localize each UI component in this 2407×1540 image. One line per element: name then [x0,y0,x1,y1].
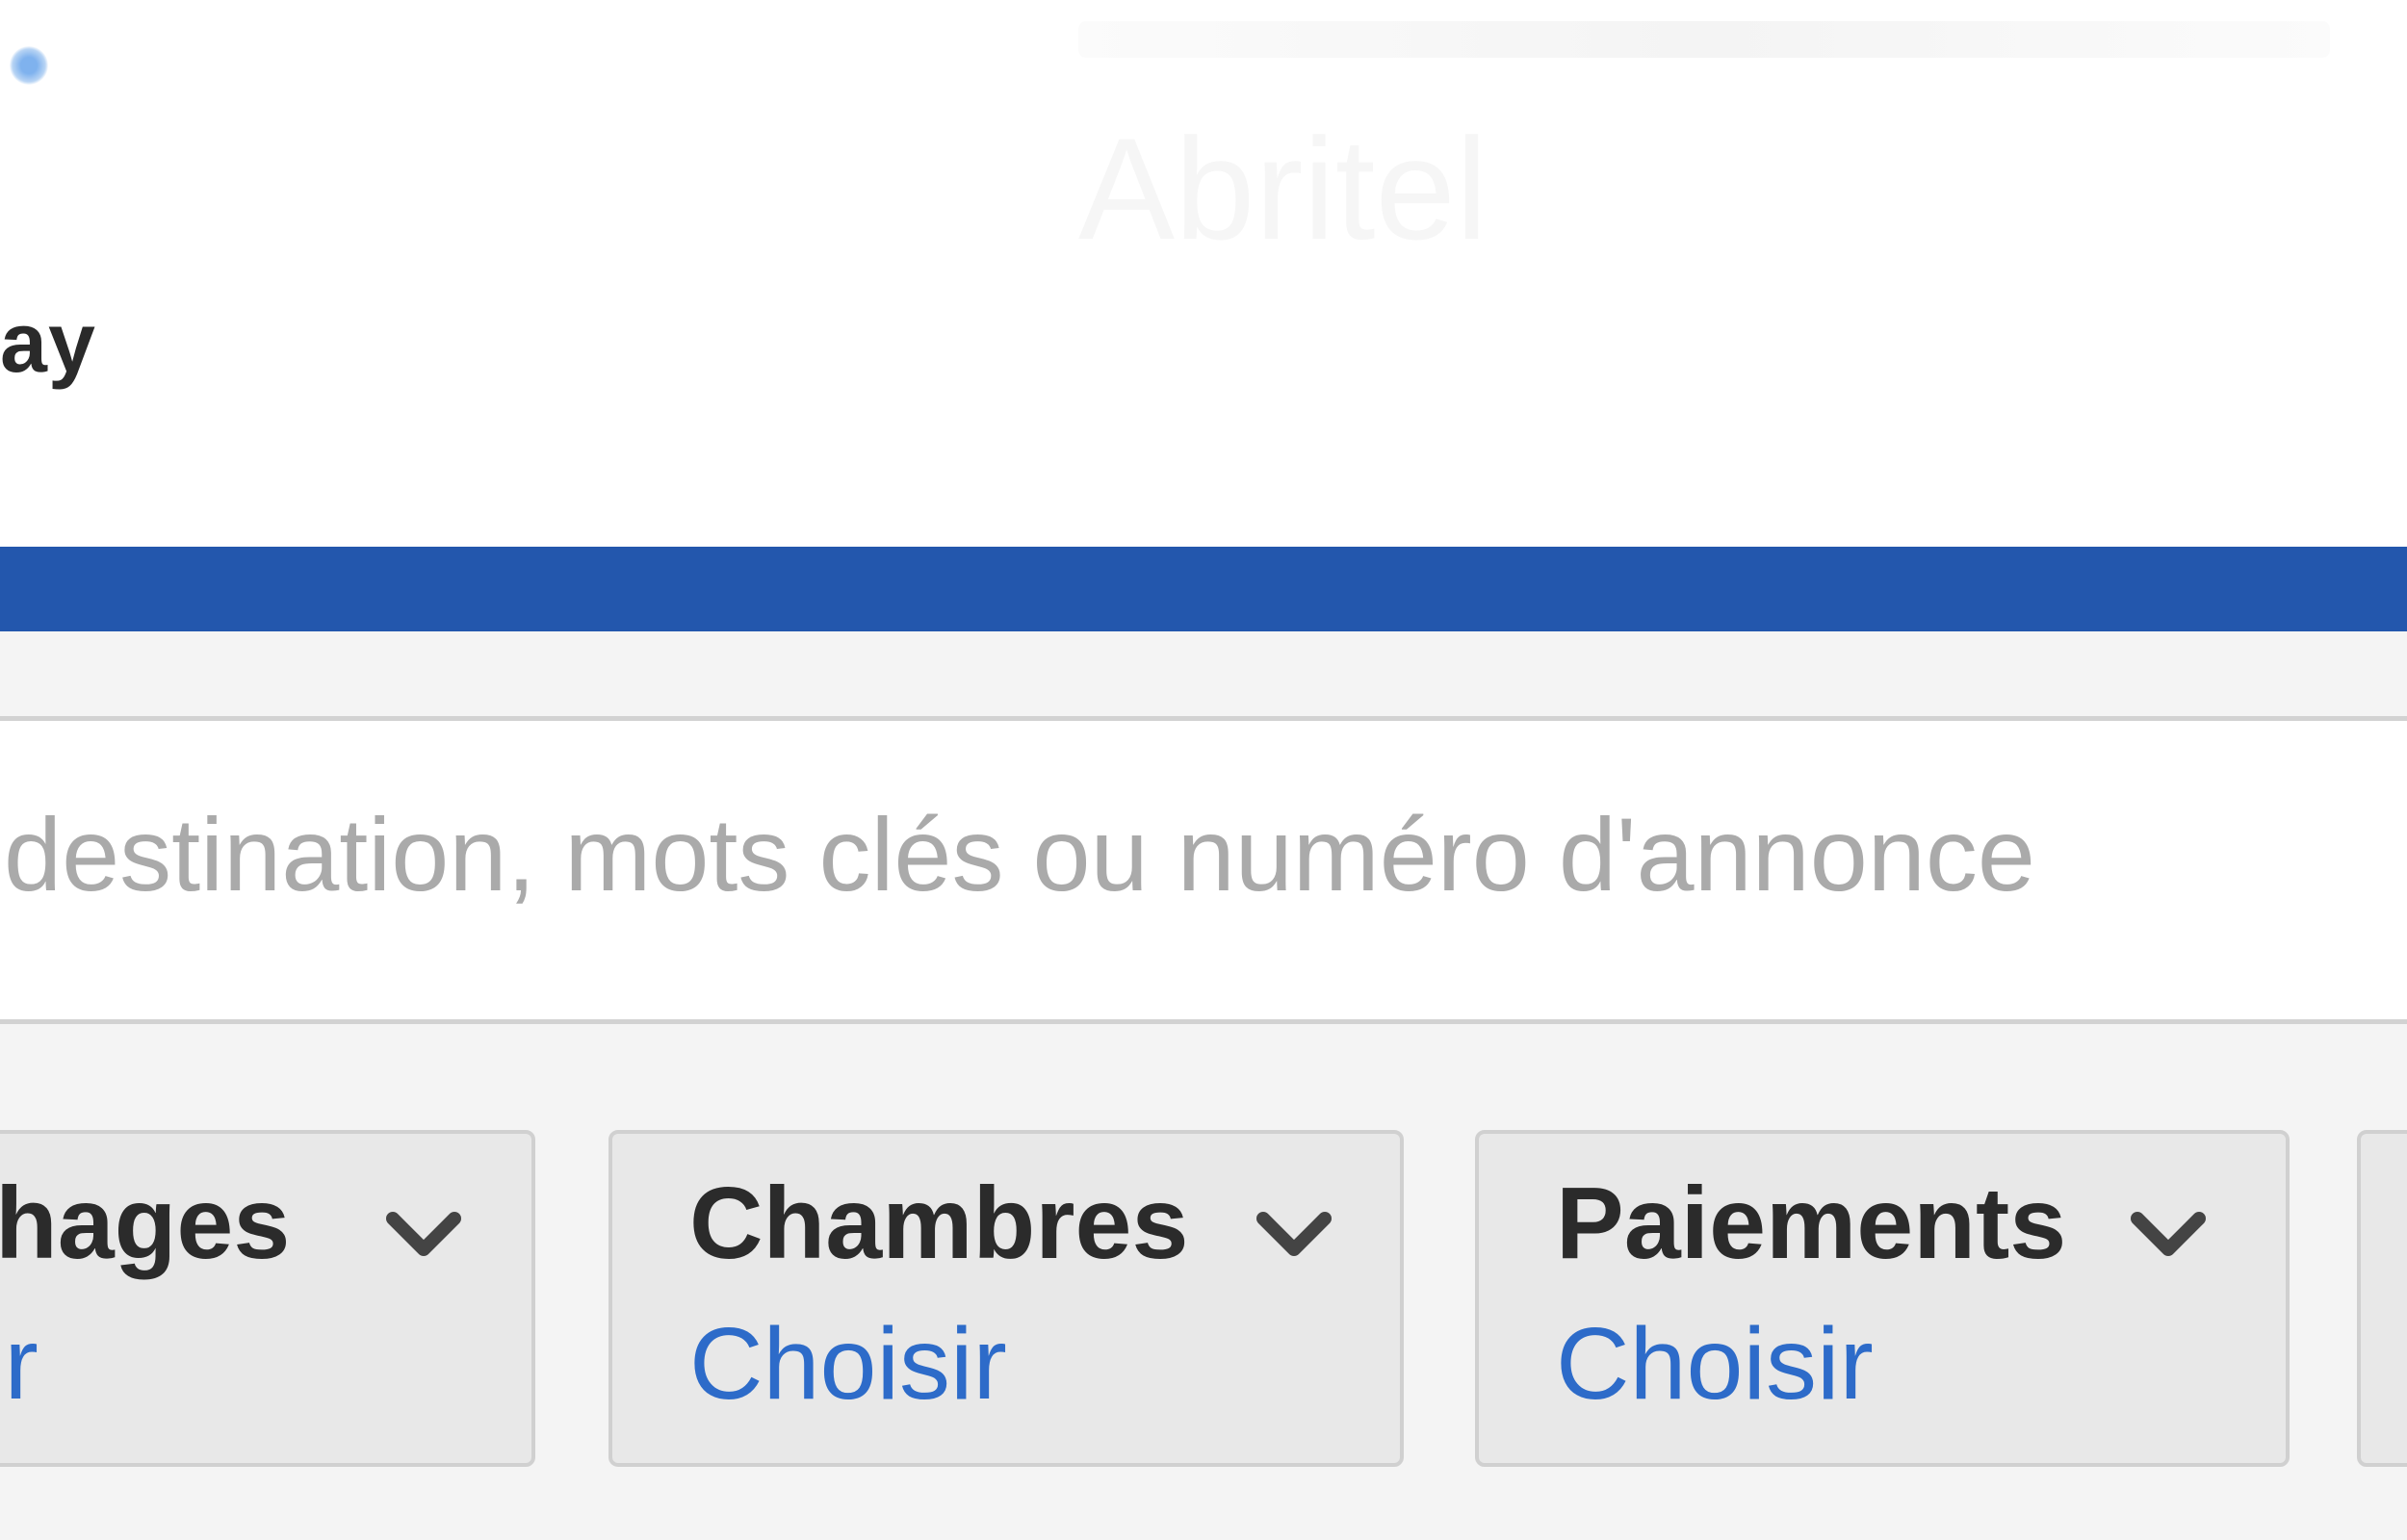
filter-value: Choisir [689,1307,1007,1421]
header-ghost-text: Abritel [1078,108,1488,270]
page: Abritel ay destination, mots clés ou num… [0,0,2407,1540]
filter-button-chambres[interactable]: Chambres Choisir [608,1130,1404,1467]
search-field-container[interactable]: destination, mots clés ou numéro d'annon… [0,716,2407,1024]
chevron-down-icon [385,1209,462,1263]
filter-row: chages sir Chambres Choisir Paiements Ch… [0,1130,2407,1476]
filter-label: Chambres [689,1167,1189,1280]
brand-nav-bar [0,547,2407,631]
filter-button-affichages[interactable]: chages sir [0,1130,535,1467]
chevron-down-icon [1255,1209,1333,1263]
filter-value: Choisir [1556,1307,1874,1421]
chevron-down-icon [2130,1209,2207,1263]
site-header: Abritel ay [0,0,2407,547]
filter-button-partial[interactable] [2357,1130,2407,1467]
filter-label: chages [0,1167,291,1280]
search-section: destination, mots clés ou numéro d'annon… [0,631,2407,1540]
filter-value: sir [0,1307,39,1421]
search-input[interactable] [0,721,2407,1019]
header-ghost-bar [1078,21,2330,58]
filter-button-paiements[interactable]: Paiements Choisir [1475,1130,2290,1467]
logo-dot-icon[interactable] [10,46,48,85]
filter-label: Paiements [1556,1167,2067,1280]
brand-name[interactable]: ay [0,300,96,385]
